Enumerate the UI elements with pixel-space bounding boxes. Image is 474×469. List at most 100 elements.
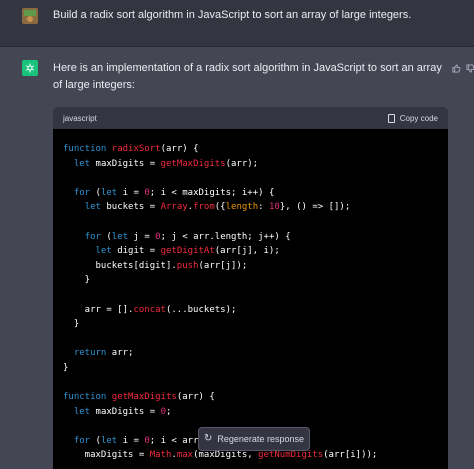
code-token: for <box>73 187 96 198</box>
code-token: 10 <box>268 202 280 213</box>
code-token: i = <box>122 187 145 198</box>
code-token: let <box>73 158 96 169</box>
code-token: (arr[j]); <box>198 260 248 271</box>
code-token: (maxDigits, <box>193 450 259 461</box>
thumbs-up-icon[interactable] <box>452 60 461 73</box>
openai-logo-icon <box>22 60 38 76</box>
code-token: radixSort <box>111 144 161 154</box>
code-token: (arr[j], i); <box>214 246 280 257</box>
code-token: arr = []. <box>63 304 134 315</box>
code-token: let <box>111 231 134 242</box>
code-line: return arr; <box>63 346 438 361</box>
assistant-message-text: Here is an implementation of a radix sor… <box>53 62 442 91</box>
code-token: let <box>73 406 96 417</box>
code-token: buckets[digit]. <box>63 260 177 271</box>
code-token: let <box>84 202 107 213</box>
code-token: getMaxDigits <box>111 392 177 403</box>
user-message-text: Build a radix sort algorithm in JavaScri… <box>53 9 412 21</box>
code-token: ; j < arr.length; j++) { <box>160 231 291 242</box>
code-token: j = <box>133 231 156 242</box>
code-token: digit = <box>117 246 161 257</box>
code-line: let maxDigits = 0; <box>63 405 438 420</box>
code-token: push <box>176 260 199 271</box>
user-avatar <box>22 8 38 24</box>
code-token: (arr) { <box>160 144 199 154</box>
code-token: max <box>176 450 194 461</box>
code-token: maxDigits = <box>95 406 161 417</box>
code-line: for (let j = 0; j < arr.length; j++) { <box>63 230 438 245</box>
user-message-row: Build a radix sort algorithm in JavaScri… <box>0 0 474 47</box>
code-token: let <box>100 187 123 198</box>
refresh-icon: ↻ <box>204 433 213 444</box>
code-line: buckets[digit].push(arr[j]); <box>63 259 438 274</box>
code-token: ; i < maxDigits; i++) { <box>149 187 275 198</box>
code-token: function <box>63 144 112 154</box>
code-token: for <box>84 231 107 242</box>
code-token: }, () => []); <box>279 202 351 213</box>
code-token: concat <box>133 304 166 315</box>
code-line: let maxDigits = getMaxDigits(arr); <box>63 157 438 172</box>
code-token: buckets = <box>106 202 161 213</box>
code-line: arr = [].concat(...buckets); <box>63 303 438 318</box>
code-token: : <box>258 202 269 213</box>
code-token: getMaxDigits <box>160 158 226 169</box>
code-line: } <box>63 361 438 376</box>
code-block-header: javascript Copy code <box>53 107 448 129</box>
code-token: function <box>63 392 112 403</box>
regenerate-label: Regenerate response <box>217 434 304 444</box>
code-line: let digit = getDigitAt(arr[j], i); <box>63 244 438 259</box>
code-token: ({ <box>214 202 226 213</box>
assistant-message-row: Here is an implementation of a radix sor… <box>0 47 474 469</box>
code-line: function getMaxDigits(arr) { <box>63 390 438 405</box>
code-token: } <box>63 319 80 330</box>
code-block: javascript Copy code function radixSort(… <box>53 107 448 469</box>
code-line: function radixSort(arr) { <box>63 142 438 157</box>
code-token: (arr[i])); <box>323 450 378 461</box>
code-token: length <box>225 202 259 213</box>
code-token: } <box>63 275 91 286</box>
code-token: (arr) { <box>176 392 215 403</box>
code-token: i = <box>122 435 145 446</box>
code-token: (arr); <box>225 158 259 169</box>
code-token: let <box>95 246 118 257</box>
clipboard-icon <box>387 113 395 123</box>
code-line: } <box>63 273 438 288</box>
code-token: Array <box>160 202 188 213</box>
code-token: let <box>100 435 123 446</box>
code-token: Math <box>149 450 172 461</box>
code-token: getDigitAt <box>160 246 215 257</box>
regenerate-response-button[interactable]: ↻ Regenerate response <box>198 427 310 451</box>
code-language-label: javascript <box>63 113 97 123</box>
code-line: for (let i = 0; i < maxDigits; i++) { <box>63 186 438 201</box>
code-token: maxDigits = <box>95 158 161 169</box>
code-content: function radixSort(arr) { let maxDigits … <box>53 129 448 463</box>
copy-code-button[interactable]: Copy code <box>387 113 438 123</box>
code-token: (...buckets); <box>165 304 237 315</box>
code-token: for <box>73 435 96 446</box>
code-line: let buckets = Array.from({length: 10}, (… <box>63 200 438 215</box>
code-token: arr; <box>111 348 134 359</box>
code-token: ; <box>165 406 172 417</box>
feedback-buttons <box>452 60 474 73</box>
code-token: maxDigits = <box>63 450 150 461</box>
code-token: return <box>73 348 112 359</box>
copy-code-label: Copy code <box>399 113 438 123</box>
code-token: from <box>193 202 215 213</box>
code-token: getNumDigits <box>258 450 324 461</box>
code-token: } <box>63 362 69 373</box>
code-line: } <box>63 317 438 332</box>
thumbs-down-icon[interactable] <box>466 60 474 73</box>
